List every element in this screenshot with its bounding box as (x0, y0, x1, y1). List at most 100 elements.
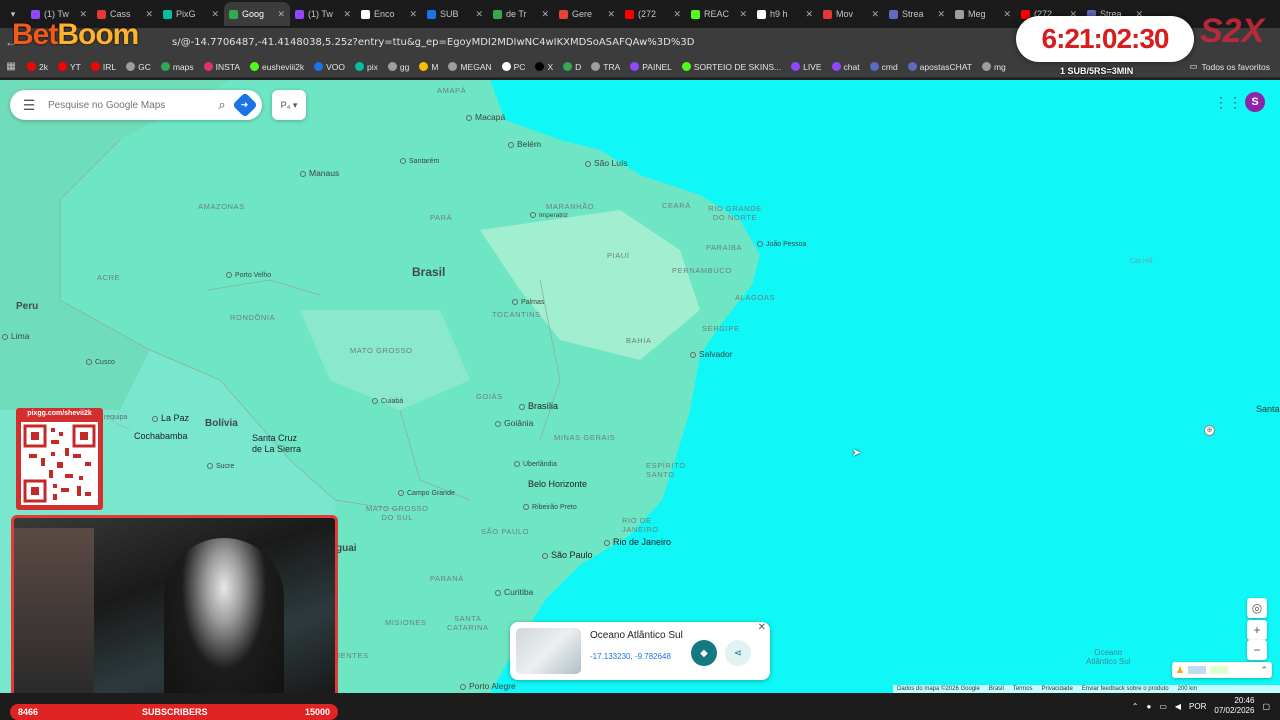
footer-link[interactable]: Dados do mapa ©2026 Google (897, 686, 980, 692)
footer-link[interactable]: 200 km (1178, 686, 1198, 692)
label-rondonia: RONDÔNIA (230, 313, 276, 322)
layer-thumb[interactable] (1188, 666, 1207, 674)
bookmark-item[interactable]: SORTEIO DE SKINS... (677, 62, 786, 72)
avatar[interactable]: S (1245, 92, 1265, 112)
browser-tab[interactable]: Enco ✕ (356, 2, 422, 26)
bookmark-item[interactable]: eusheviii2k (245, 62, 309, 72)
bookmark-item[interactable]: INSTA (199, 62, 245, 72)
browser-tab[interactable]: PixG ✕ (158, 2, 224, 26)
bookmark-item[interactable]: D (558, 62, 586, 72)
zoom-in-button[interactable]: + (1247, 620, 1267, 640)
bookmark-label: MEGAN (460, 61, 492, 72)
close-icon[interactable]: ✕ (211, 9, 219, 20)
search-input[interactable] (48, 99, 208, 111)
menu-icon[interactable]: ☰ (10, 97, 48, 114)
bookmark-item[interactable]: pix (350, 62, 383, 72)
footer-link[interactable]: Privacidade (1042, 686, 1073, 692)
layers-button[interactable]: P₄ ▾ (272, 90, 306, 120)
footer-link[interactable]: Enviar feedback sobre o produto (1082, 686, 1169, 692)
search-icon[interactable]: ⌕ (208, 97, 236, 113)
close-icon[interactable]: ✕ (475, 9, 483, 20)
bookmark-item[interactable]: X (530, 62, 558, 72)
bookmark-item[interactable]: maps (156, 62, 199, 72)
close-icon[interactable]: ✕ (343, 9, 351, 20)
chevron-up-icon[interactable]: ⌃ (1132, 702, 1139, 711)
close-icon[interactable]: ✕ (758, 622, 766, 633)
directions-button[interactable]: ◆ (691, 640, 717, 666)
bookmark-item[interactable]: TRA (586, 62, 625, 72)
pegman-street-view[interactable]: ♟ ⌃ (1172, 662, 1272, 678)
pegman-icon[interactable]: ♟ (1176, 665, 1184, 676)
close-icon[interactable]: ✕ (409, 9, 417, 20)
browser-tab[interactable]: REAC ✕ (686, 2, 752, 26)
bookmark-item[interactable]: LIVE (786, 62, 826, 72)
webcam-streamer (164, 538, 284, 697)
browser-tab[interactable]: Meg ✕ (950, 2, 1016, 26)
bookmark-item[interactable]: MEGAN (443, 62, 496, 72)
browser-tab[interactable]: h9 h ✕ (752, 2, 818, 26)
close-icon[interactable]: ✕ (871, 9, 879, 20)
browser-tab[interactable]: Mov ✕ (818, 2, 884, 26)
bookmark-item[interactable]: YT (53, 62, 86, 72)
browser-tab[interactable]: Goog ✕ (224, 2, 290, 26)
browser-tab[interactable]: (272 ✕ (620, 2, 686, 26)
bookmark-item[interactable]: mg (977, 62, 1011, 72)
bookmark-item[interactable]: PAINEL (625, 62, 677, 72)
clock[interactable]: 20:46 07/02/2026 (1214, 696, 1254, 716)
close-icon[interactable]: ✕ (673, 9, 681, 20)
label-sao-luis: São Luís (585, 158, 628, 168)
place-card[interactable]: Oceano Atlântico Sul -17.133230, -9.7826… (510, 622, 770, 680)
close-icon[interactable]: ✕ (607, 9, 615, 20)
bookmark-favicon-icon (387, 62, 397, 71)
bookmark-item[interactable]: M (414, 62, 443, 72)
browser-tab[interactable]: Strea ✕ (884, 2, 950, 26)
volume-icon[interactable]: ◀ (1175, 702, 1181, 711)
mic-icon[interactable]: ● (1146, 702, 1151, 711)
label-brasilia: Brasília (519, 401, 558, 411)
label-curitiba: Curitiba (495, 587, 533, 597)
bookmark-item[interactable]: 2k (22, 62, 53, 72)
footer-link[interactable]: Brasil (989, 686, 1004, 692)
network-icon[interactable]: ▭ (1159, 702, 1167, 711)
bookmark-item[interactable]: GC (121, 62, 156, 72)
bookmark-item[interactable]: apostasCHAT (903, 62, 977, 72)
bookmark-item[interactable]: IRL (86, 62, 121, 72)
url-field[interactable]: s/@-14.7706487,-41.4148038,5.25z?entry=t… (172, 37, 694, 48)
browser-tab[interactable]: Gere ✕ (554, 2, 620, 26)
expand-icon[interactable]: ⌃ (1260, 665, 1268, 676)
bookmark-item[interactable]: PC (497, 62, 531, 72)
tab-label: Gere (572, 9, 593, 19)
bookmark-item[interactable]: cmd (865, 62, 903, 72)
bookmark-item[interactable]: gg (383, 62, 414, 72)
close-icon[interactable]: ✕ (541, 9, 549, 20)
label-minas-gerais: MINAS GERAIS (554, 433, 616, 442)
notification-icon[interactable]: ▢ (1262, 702, 1270, 711)
close-icon[interactable]: ✕ (739, 9, 747, 20)
browser-tab[interactable]: de Tr ✕ (488, 2, 554, 26)
close-icon[interactable]: ✕ (1003, 9, 1011, 20)
apps-grid-icon[interactable]: ▦ (0, 61, 22, 72)
close-icon[interactable]: ✕ (277, 9, 285, 20)
language-indicator[interactable]: POR (1189, 702, 1206, 711)
place-coordinates[interactable]: -17.133230, -9.782648 (590, 652, 671, 661)
directions-icon[interactable]: ➜ (232, 92, 258, 118)
my-location-icon[interactable]: ◎ (1247, 598, 1267, 618)
zoom-out-button[interactable]: − (1247, 640, 1267, 660)
close-icon[interactable]: ✕ (145, 9, 153, 20)
footer-link[interactable]: Termos (1013, 686, 1033, 692)
all-bookmarks-button[interactable]: ▭ Todos os favoritos (1189, 61, 1270, 72)
compass-icon[interactable]: ⊕ (1204, 425, 1215, 436)
browser-tab[interactable]: (1) Tw ✕ (290, 2, 356, 26)
label-lima: Lima (2, 331, 29, 341)
layer-thumb-2[interactable] (1210, 666, 1229, 674)
close-icon[interactable]: ✕ (937, 9, 945, 20)
close-icon[interactable]: ✕ (805, 9, 813, 20)
share-icon[interactable]: ⋖ (725, 640, 751, 666)
bookmark-item[interactable]: chat (827, 62, 865, 72)
bookmark-favicon-icon (250, 62, 260, 71)
label-belo-horizonte: Belo Horizonte (528, 479, 588, 489)
webcam-background (14, 528, 94, 697)
browser-tab[interactable]: SUB ✕ (422, 2, 488, 26)
label-joao-pessoa: João Pessoa (757, 241, 806, 248)
bookmark-item[interactable]: VOO (309, 62, 350, 72)
